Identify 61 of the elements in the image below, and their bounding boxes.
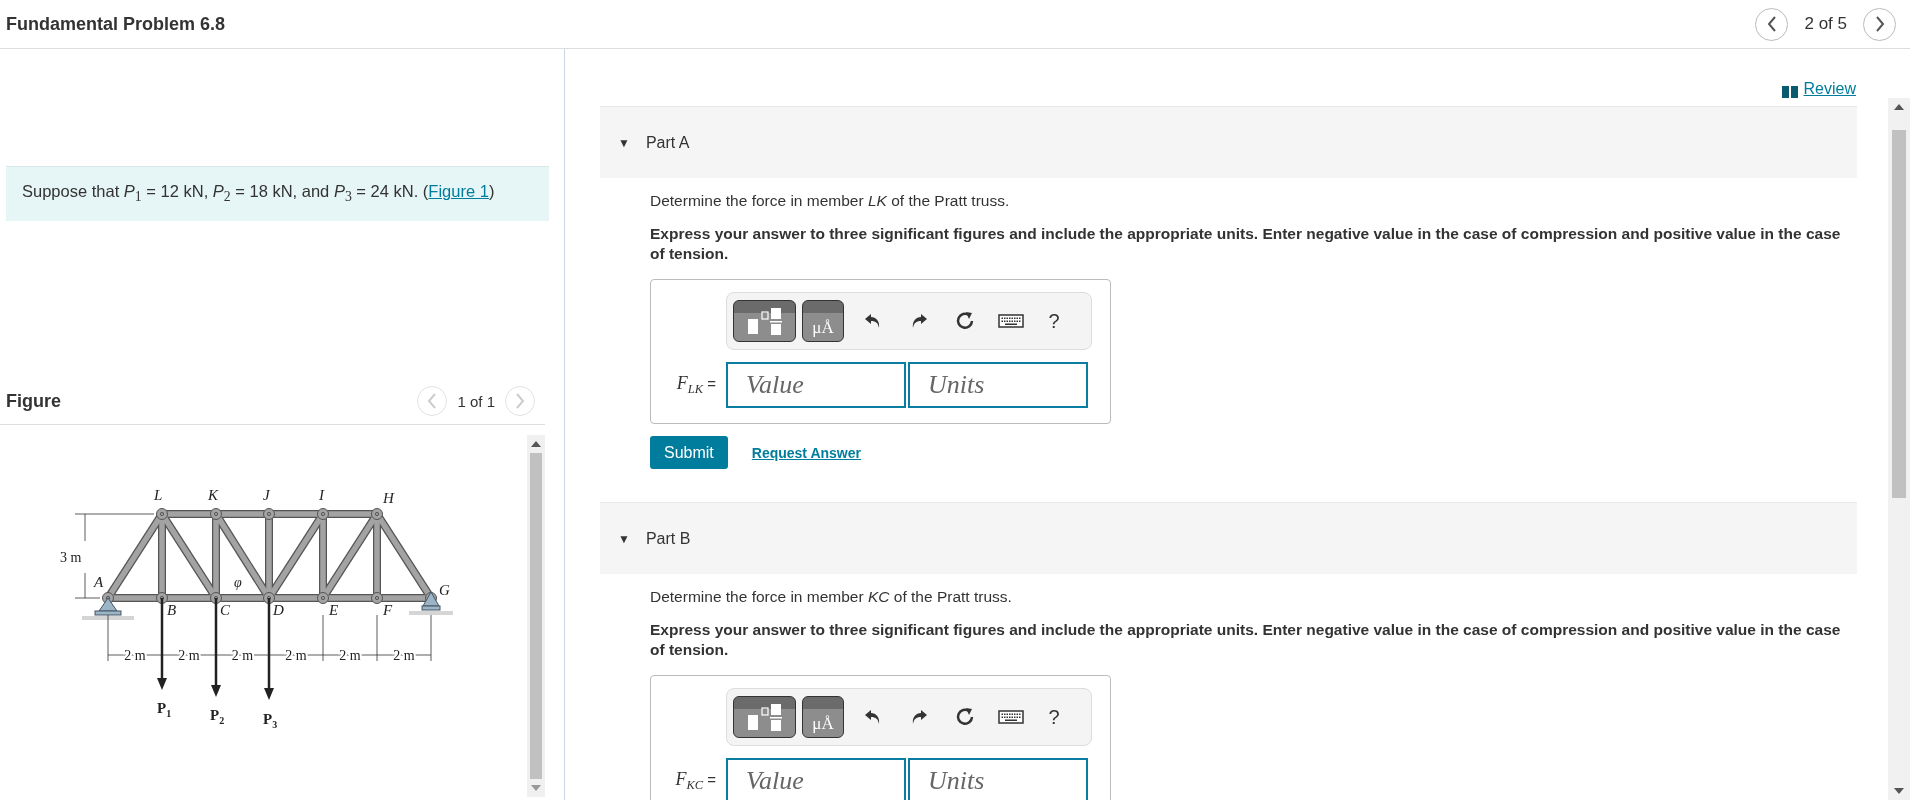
scrollbar[interactable] xyxy=(1888,98,1910,800)
problem-statement: Suppose that P$_{1}$ = 12 kN, P$_{2}$ = 18 kN, and P$_{3}$ = 24 kN. (Figure 1) xyxy=(22,182,495,206)
load-label: P$_{1}$ xyxy=(157,700,172,719)
node-label: C xyxy=(220,602,230,618)
book-icon xyxy=(1781,86,1798,98)
template-button[interactable] xyxy=(733,696,796,738)
node-label: F xyxy=(383,602,393,618)
question-text: Determine the force in member LK of the Pratt truss. xyxy=(650,192,1011,210)
chevron-right-icon xyxy=(1874,16,1885,32)
value-field[interactable]: Value xyxy=(726,362,906,408)
node-label: G xyxy=(439,582,450,598)
node-label: H xyxy=(383,490,394,506)
node-label: E xyxy=(329,602,339,618)
part-title: Part A xyxy=(645,133,690,152)
submit-button[interactable]: Submit xyxy=(650,436,728,469)
node-label: J xyxy=(263,487,270,503)
template-button[interactable] xyxy=(733,300,796,342)
node-label: K xyxy=(208,487,218,503)
caret-down-icon[interactable]: ▼ xyxy=(618,531,630,546)
angle-label: φ xyxy=(234,575,242,590)
page-title: Fundamental Problem 6.8 xyxy=(6,13,226,35)
dimension-label: 2 m xyxy=(178,648,200,663)
next-button[interactable] xyxy=(1863,7,1896,41)
instructions-text: Express your answer to three significant figures and include the appropriate units. Enter negative value in the case of compression and positive value in the case of tension. xyxy=(650,224,1842,264)
units-field[interactable]: Units xyxy=(908,758,1088,800)
chevron-right-icon xyxy=(515,393,525,409)
dimension-label: 2 m xyxy=(393,648,415,663)
part-title: Part B xyxy=(645,529,691,548)
node-label: D xyxy=(273,602,284,618)
previous-button[interactable] xyxy=(1755,7,1789,41)
dimension-label: 2 m xyxy=(285,648,307,663)
caret-down-icon[interactable]: ▼ xyxy=(618,135,630,150)
variable-label: F$_{LK}$ = xyxy=(675,373,717,397)
chevron-left-icon xyxy=(1766,16,1777,32)
part-header[interactable]: ▼ Part A xyxy=(600,106,1857,178)
part-header[interactable]: ▼ Part B xyxy=(600,502,1857,574)
request-answer-link[interactable]: Request Answer xyxy=(751,444,861,461)
chevron-left-icon xyxy=(427,393,438,409)
load-label: P$_{3}$ xyxy=(263,711,278,730)
figure-link[interactable]: Figure 1 xyxy=(428,182,489,201)
help-button[interactable]: ? xyxy=(1034,301,1074,341)
node-label: B xyxy=(167,602,177,618)
question-text: Determine the force in member KC of the Pratt truss. xyxy=(650,588,1013,606)
load-label: P$_{2}$ xyxy=(210,707,225,726)
instructions-text: Express your answer to three significant figures and include the appropriate units. Enter negative value in the case of compression and positive value in the case of tension. xyxy=(650,620,1842,660)
node-label: A xyxy=(94,574,104,590)
node-label: L xyxy=(154,487,163,503)
dimension-label: 3 m xyxy=(60,550,82,565)
dimension-label: 2 m xyxy=(124,648,146,663)
units-field[interactable]: Units xyxy=(908,362,1088,408)
dimension-label: 2 m xyxy=(231,648,254,663)
node-label: I xyxy=(319,487,324,503)
page-counter: 2 of 5 xyxy=(1804,14,1847,34)
page-counter: 1 of 1 xyxy=(457,392,495,410)
help-button[interactable]: ? xyxy=(1034,697,1074,737)
variable-label: F$_{KC}$ = xyxy=(674,769,717,793)
dimension-label: 2 m xyxy=(339,648,361,663)
scrollbar[interactable] xyxy=(527,435,545,797)
review-link[interactable]: Review xyxy=(1803,80,1856,98)
figure-heading: Figure xyxy=(6,390,61,412)
value-field[interactable]: Value xyxy=(726,758,906,800)
